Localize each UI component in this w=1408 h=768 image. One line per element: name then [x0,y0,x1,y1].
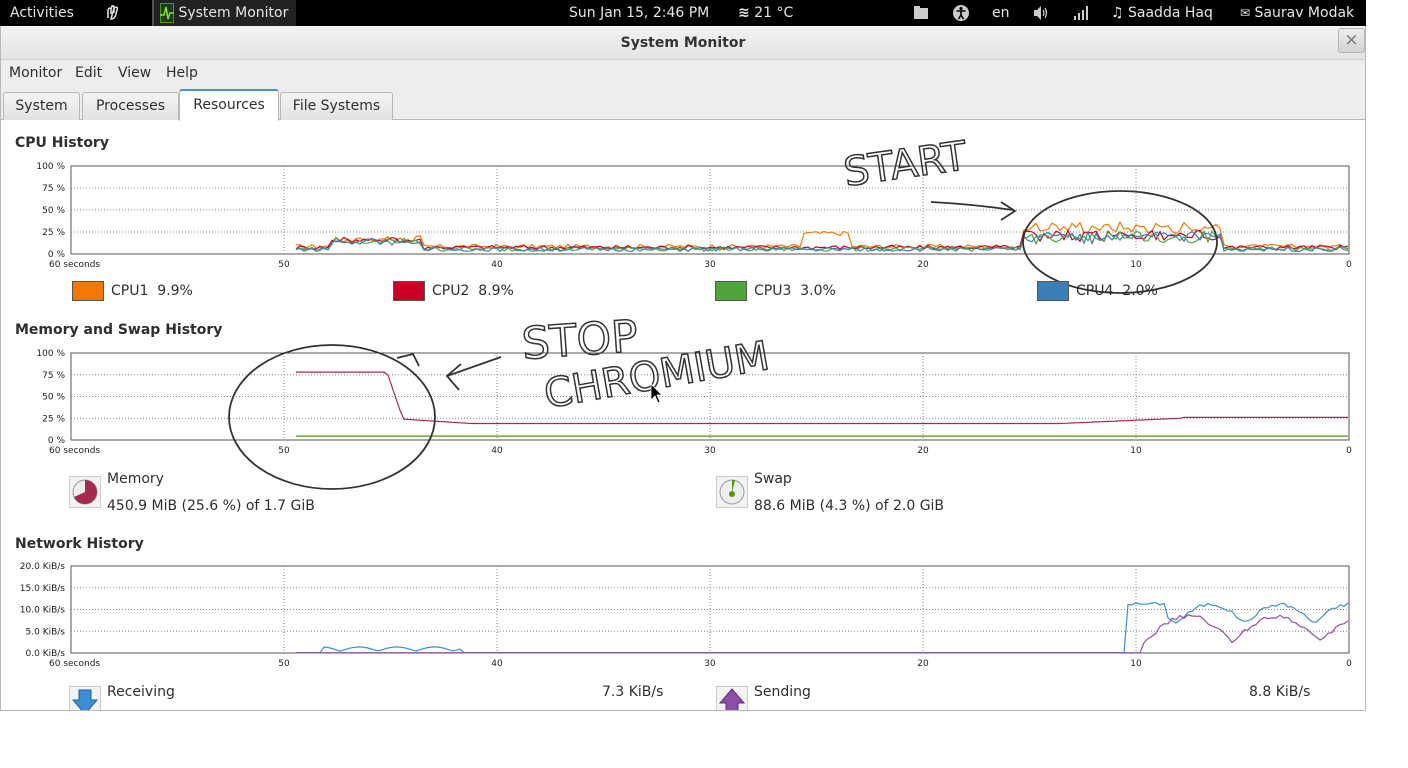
cpu-graph: 100 % 75 % 50 % 25 % 0 % 60 seconds 50 40 30 20 1… [36,162,1352,270]
cpu-x-tick-label: 60 seconds [49,260,100,270]
cpu4-value: 2.0% [1122,283,1158,299]
cpu2-color-swatch[interactable] [393,281,425,301]
memory-pie-icon[interactable] [69,476,101,508]
sending-label: Sending [754,684,811,700]
swap-value: 88.6 MiB (4.3 %) of 2.0 GiB [754,498,945,514]
folder-icon[interactable] [912,0,930,26]
cpu2-value: 8.9% [478,283,514,299]
accessibility-hand-icon[interactable] [104,0,122,26]
cpu-x-tick-label: 20 [917,260,929,270]
mem-x-tick-label: 50 [278,446,290,456]
mem-y-tick-label: 0 % [48,436,66,446]
cpu1-label: CPU1 [111,283,149,299]
mem-y-tick-label: 100 % [36,349,65,359]
cpu-x-tick-label: 40 [491,260,503,270]
net-x-tick-label: 10 [1130,659,1142,669]
cpu3-color-swatch[interactable] [715,281,747,301]
net-y-tick-label: 5.0 KiB/s [26,627,66,637]
mem-y-tick-label: 75 % [42,371,65,381]
cpu4-legend: CPU4 2.0% [1076,283,1158,299]
music-indicator[interactable]: ♫ Saadda Haq [1111,0,1213,26]
net-y-tick-label: 15.0 KiB/s [20,584,66,594]
network-signal-icon[interactable] [1072,0,1090,26]
cpu2-legend: CPU2 8.9% [432,283,514,299]
mem-y-tick-label: 50 % [42,393,65,403]
net-y-tick-label: 10.0 KiB/s [20,606,66,616]
mem-x-tick-label: 30 [704,446,716,456]
receiving-value: 7.3 KiB/s [602,684,664,700]
cpu1-legend: CPU1 9.9% [111,283,193,299]
mem-y-tick-label: 25 % [42,414,65,424]
net-x-tick-label: 30 [704,659,716,669]
net-x-tick-label: 0 [1346,659,1352,669]
cpu-x-tick-label: 10 [1130,260,1142,270]
cpu4-label: CPU4 [1076,283,1114,299]
receiving-label: Receiving [107,684,175,700]
net-y-tick-label: 0.0 KiB/s [26,649,66,659]
graphs-canvas: 100 %75 %50 %25 %0 % 60 seconds 50 40 30 20 1… [20,132,1352,669]
app-menu[interactable]: System Monitor [152,0,297,26]
cpu1-color-swatch[interactable] [72,281,104,301]
system-monitor-window: System Monitor × Monitor Edit View Help … [0,26,1366,711]
app-menu-label: System Monitor [178,5,289,21]
memory-value: 450.9 MiB (25.6 %) of 1.7 GiB [107,498,315,514]
system-monitor-app-icon [160,3,174,23]
top-panel: Activities System Monitor Sun Jan 15, 2:… [0,0,1366,26]
cpu-y-tick-label: 25 % [42,228,65,238]
net-x-tick-label: 50 [278,659,290,669]
net-x-tick-label: 60 seconds [49,659,100,669]
network-graph: 20.0 KiB/s 15.0 KiB/s 10.0 KiB/s 5.0 KiB/s 0… [20,562,1352,669]
weather-haze-icon: ≋ [738,5,750,21]
sending-value: 8.8 KiB/s [1249,684,1311,700]
cpu1-value: 9.9% [157,283,193,299]
accessibility-icon[interactable] [952,0,970,26]
weather-indicator[interactable]: ≋ 21 °C [738,0,793,26]
net-x-tick-label: 40 [491,659,503,669]
mem-x-tick-label: 20 [917,446,929,456]
receiving-arrow-icon[interactable] [69,686,101,710]
cpu3-value: 3.0% [800,283,836,299]
resources-panel: CPU History 100 % 75 % 50 % 25 % 0 % 60 seco… [1,26,1365,711]
volume-icon[interactable] [1032,0,1050,26]
music-indicator-label: Saadda Haq [1128,5,1213,21]
memory-label: Memory [107,471,164,487]
net-y-tick-label: 20.0 KiB/s [20,562,66,572]
net-x-tick-label: 20 [917,659,929,669]
cpu3-legend: CPU3 3.0% [754,283,836,299]
mem-x-tick-label: 40 [491,446,503,456]
cpu2-label: CPU2 [432,283,470,299]
cpu-y-tick-label: 100 % [36,162,65,172]
music-note-icon: ♫ [1111,5,1124,21]
cpu-y-tick-label: 75 % [42,184,65,194]
mem-x-tick-label: 10 [1130,446,1142,456]
cpu-x-tick-label: 0 [1346,260,1352,270]
user-menu[interactable]: ✉ Saurav Modak [1240,0,1354,26]
sending-arrow-icon[interactable] [716,686,748,710]
swap-label: Swap [754,471,792,487]
cpu-x-tick-label: 50 [278,260,290,270]
activities-button[interactable]: Activities [10,0,74,26]
cpu-y-tick-label: 0 % [48,250,66,260]
cpu4-color-swatch[interactable] [1037,281,1069,301]
mem-x-tick-label: 0 [1346,446,1352,456]
user-name: Saurav Modak [1254,5,1355,21]
cpu-y-tick-label: 50 % [42,206,65,216]
clock[interactable]: Sun Jan 15, 2:46 PM [569,0,709,26]
swap-pie-icon[interactable] [716,476,748,508]
keyboard-layout-indicator[interactable]: en [992,0,1010,26]
mem-x-tick-label: 60 seconds [49,446,100,456]
user-chat-icon: ✉ [1240,6,1251,20]
network-history-title: Network History [15,536,144,552]
cpu3-label: CPU3 [754,283,792,299]
cpu-x-tick-label: 30 [704,260,716,270]
memory-history-title: Memory and Swap History [15,322,223,338]
weather-temperature: 21 °C [754,5,794,21]
